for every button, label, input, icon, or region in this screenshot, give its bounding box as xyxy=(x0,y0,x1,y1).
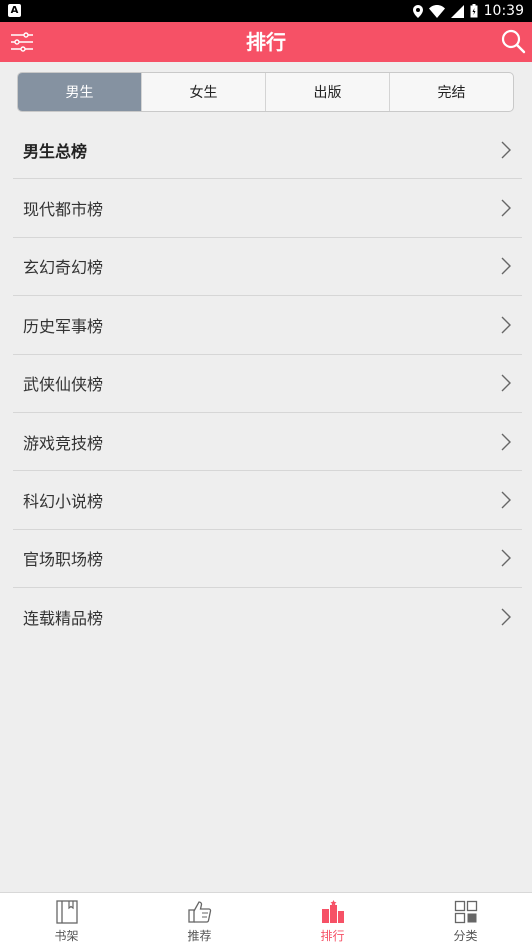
tab-category[interactable]: 分类 xyxy=(399,893,532,946)
tab-bookshelf[interactable]: 书架 xyxy=(0,893,133,946)
cell-signal-icon xyxy=(450,4,464,18)
gender-segmented-control: 男生 女生 出版 完结 xyxy=(17,72,514,112)
ranking-item-label: 历史军事榜 xyxy=(23,316,104,336)
chevron-right-icon xyxy=(501,491,511,509)
chevron-right-icon xyxy=(501,199,511,217)
location-icon xyxy=(412,4,423,18)
chevron-right-icon xyxy=(501,608,511,626)
chevron-right-icon xyxy=(501,374,511,392)
ranking-item-label: 官场职场榜 xyxy=(23,550,104,570)
ranking-item-label: 连载精品榜 xyxy=(23,609,104,629)
notification-a-icon: A xyxy=(8,4,21,17)
bookshelf-icon xyxy=(55,900,78,924)
ranking-icon xyxy=(321,900,344,923)
ranking-item-label: 玄幻奇幻榜 xyxy=(23,258,104,278)
segment-female[interactable]: 女生 xyxy=(141,73,265,111)
thumbs-up-icon xyxy=(187,901,211,923)
chevron-right-icon xyxy=(501,433,511,451)
ranking-item-label: 武侠仙侠榜 xyxy=(23,375,104,395)
status-time: 10:39 xyxy=(483,3,524,19)
bottom-tab-bar: 书架 推荐 排行 分类 xyxy=(0,892,532,946)
ranking-item-wuxia-xianxia[interactable]: 武侠仙侠榜 xyxy=(13,355,522,413)
chevron-right-icon xyxy=(501,316,511,334)
ranking-item-label: 科幻小说榜 xyxy=(23,492,104,512)
chevron-right-icon xyxy=(501,257,511,275)
ranking-item-officialdom[interactable]: 官场职场榜 xyxy=(13,530,522,589)
ranking-item-gaming[interactable]: 游戏竞技榜 xyxy=(13,413,522,472)
status-bar: A 10:39 xyxy=(0,0,532,22)
ranking-list: 男生总榜 现代都市榜 玄幻奇幻榜 历史军事榜 武侠仙侠榜 游戏竞技榜 科幻小说榜… xyxy=(13,121,522,647)
ranking-item-fantasy[interactable]: 玄幻奇幻榜 xyxy=(13,238,522,297)
chevron-right-icon xyxy=(501,141,511,159)
tab-recommend-label: 推荐 xyxy=(187,929,212,943)
status-bar-right: 10:39 xyxy=(412,0,524,22)
segment-published[interactable]: 出版 xyxy=(265,73,389,111)
tab-bookshelf-label: 书架 xyxy=(54,929,79,943)
ranking-item-label: 男生总榜 xyxy=(23,141,88,161)
search-icon[interactable] xyxy=(500,28,526,54)
tab-recommend[interactable]: 推荐 xyxy=(133,893,266,946)
category-grid-icon xyxy=(454,900,477,924)
segment-male[interactable]: 男生 xyxy=(18,73,141,111)
battery-icon xyxy=(470,4,478,18)
segment-completed[interactable]: 完结 xyxy=(389,73,513,111)
tab-ranking-label: 排行 xyxy=(320,929,345,943)
page-title: 排行 xyxy=(246,30,286,54)
ranking-item-serial-picks[interactable]: 连载精品榜 xyxy=(13,588,522,646)
ranking-item-male-overall[interactable]: 男生总榜 xyxy=(13,121,522,180)
ranking-item-history-military[interactable]: 历史军事榜 xyxy=(13,296,522,355)
ranking-item-urban[interactable]: 现代都市榜 xyxy=(13,179,522,238)
wifi-icon xyxy=(428,4,445,18)
ranking-item-label: 游戏竞技榜 xyxy=(23,433,104,453)
ranking-item-label: 现代都市榜 xyxy=(23,200,104,220)
tab-ranking[interactable]: 排行 xyxy=(266,893,399,946)
chevron-right-icon xyxy=(501,549,511,567)
ranking-item-scifi[interactable]: 科幻小说榜 xyxy=(13,471,522,530)
app-bar: 排行 xyxy=(0,22,532,62)
tab-category-label: 分类 xyxy=(453,929,478,943)
